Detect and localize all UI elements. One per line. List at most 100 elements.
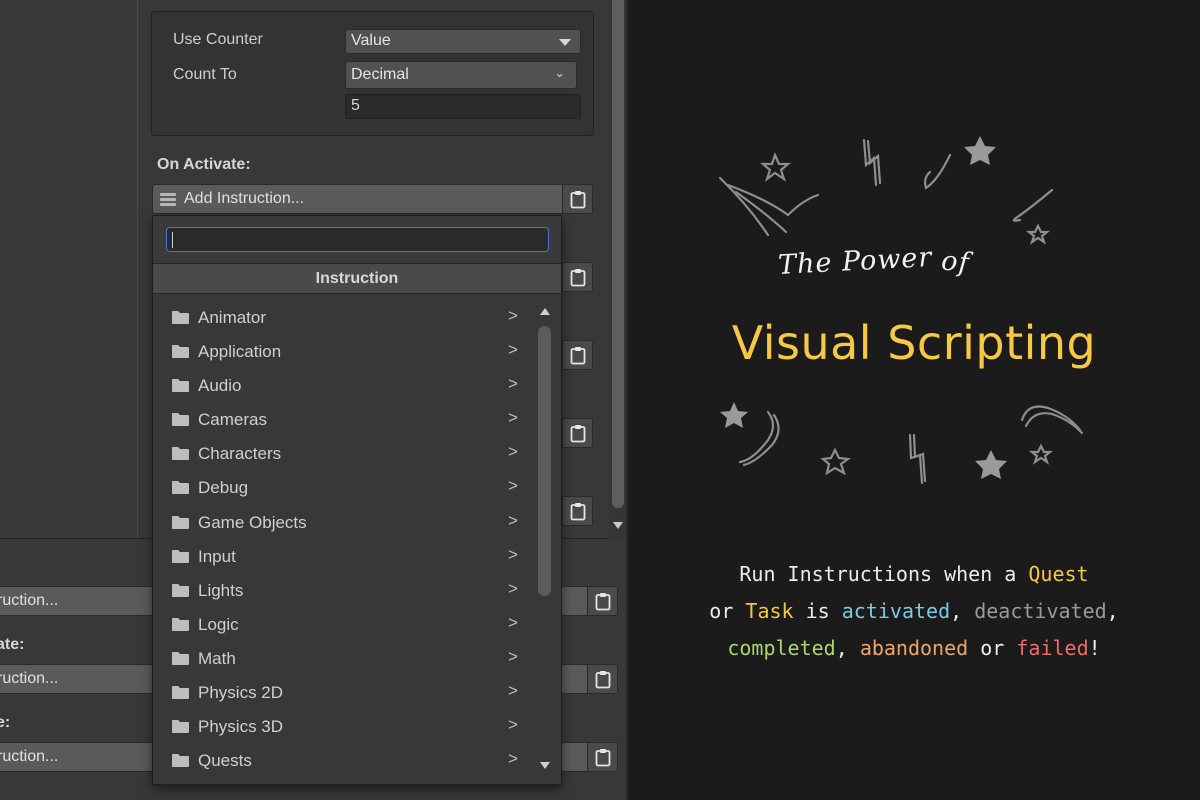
inspector-panel: Use Counter Value Count To Decimal ⌄ 5 O… bbox=[0, 0, 628, 800]
promo-word: , bbox=[950, 599, 975, 623]
add-instruction-label: ruction... bbox=[0, 748, 59, 765]
star-outline-icon bbox=[1025, 223, 1051, 245]
list-item[interactable]: Quests > bbox=[153, 744, 533, 778]
search-input[interactable] bbox=[166, 227, 549, 252]
list-scrollbar[interactable] bbox=[535, 304, 555, 776]
promo-word: failed bbox=[1016, 636, 1089, 660]
list-item[interactable]: Game Objects > bbox=[153, 506, 533, 540]
text-cursor bbox=[172, 232, 173, 248]
count-value-field[interactable]: 5 bbox=[345, 94, 581, 119]
paste-button[interactable] bbox=[562, 262, 593, 292]
section-label: : bbox=[0, 558, 1, 576]
list-item-label: Debug bbox=[198, 478, 249, 498]
chevron-right-icon: > bbox=[508, 476, 518, 496]
count-to-dropdown[interactable]: Decimal ⌄ bbox=[345, 61, 577, 89]
swoosh-icon bbox=[924, 153, 952, 190]
paste-button[interactable] bbox=[562, 340, 593, 370]
list-item-label: Application bbox=[198, 342, 282, 362]
add-instruction-button[interactable]: Add Instruction... bbox=[152, 184, 563, 214]
chevron-right-icon: > bbox=[508, 408, 518, 428]
section-label: ate: bbox=[0, 636, 25, 653]
chevron-right-icon: > bbox=[508, 681, 518, 701]
paste-button[interactable] bbox=[562, 418, 593, 448]
star-filled-icon bbox=[964, 136, 996, 165]
list-item[interactable]: Application > bbox=[153, 335, 533, 369]
paste-button[interactable] bbox=[587, 664, 618, 694]
chevron-right-icon: > bbox=[508, 612, 518, 632]
list-item-label: Lights bbox=[198, 580, 244, 600]
list-item[interactable]: Input > bbox=[153, 540, 533, 574]
scroll-up-arrow-icon[interactable] bbox=[540, 308, 550, 315]
count-value-text: 5 bbox=[351, 97, 360, 114]
clipboard-icon bbox=[595, 671, 611, 689]
use-counter-value: Value bbox=[351, 32, 391, 49]
scrollbar-thumb[interactable] bbox=[538, 326, 551, 596]
count-to-value: Decimal bbox=[351, 66, 409, 83]
promo-description: Run Instructions when a Quest or Task is … bbox=[628, 556, 1200, 667]
chevron-right-icon: > bbox=[508, 646, 518, 666]
list-item[interactable]: Lights > bbox=[153, 574, 533, 608]
star-outline-icon bbox=[1028, 443, 1054, 465]
promo-word: or bbox=[709, 599, 746, 623]
list-item-label: Audio bbox=[198, 376, 242, 396]
folder-icon bbox=[172, 686, 189, 700]
list-item-label: Logic bbox=[198, 614, 239, 634]
left-gutter bbox=[0, 0, 138, 538]
promo-word: or bbox=[968, 636, 1017, 660]
use-counter-dropdown[interactable]: Value bbox=[345, 29, 581, 54]
promo-word: , bbox=[835, 636, 860, 660]
scroll-down-arrow-icon[interactable] bbox=[613, 522, 623, 529]
clipboard-icon bbox=[595, 593, 611, 611]
list-item[interactable]: Physics 2D > bbox=[153, 676, 533, 710]
clipboard-icon bbox=[570, 269, 586, 287]
paste-button[interactable] bbox=[562, 184, 593, 214]
swoosh-icon bbox=[738, 410, 775, 464]
promo-word: completed bbox=[727, 636, 836, 660]
list-item[interactable]: Animator > bbox=[153, 301, 533, 335]
list-item-label: Physics 3D bbox=[198, 717, 284, 737]
list-item-label: Math bbox=[198, 648, 236, 668]
folder-icon bbox=[172, 311, 189, 324]
promo-word: activated bbox=[841, 599, 951, 623]
promo-title: Visual Scripting bbox=[731, 316, 1097, 370]
drag-handle-icon bbox=[160, 193, 176, 206]
chevron-right-icon: > bbox=[508, 374, 518, 394]
list-item[interactable]: Characters > bbox=[153, 437, 533, 471]
scroll-down-arrow-icon[interactable] bbox=[540, 762, 550, 769]
promo-line: or Task is activated, deactivated, bbox=[628, 593, 1200, 630]
swoosh-icon bbox=[718, 176, 770, 237]
scrollbar-thumb[interactable] bbox=[612, 0, 624, 508]
add-instruction-label: Add Instruction... bbox=[184, 190, 305, 207]
instruction-picker-popup: Instruction Animator > Application > Audio > C… bbox=[152, 215, 562, 785]
chevron-right-icon: > bbox=[508, 544, 518, 564]
folder-icon bbox=[172, 379, 189, 393]
list-item[interactable]: Math > bbox=[153, 642, 533, 676]
folder-icon bbox=[172, 583, 189, 597]
list-item-label: Input bbox=[198, 546, 236, 566]
list-item[interactable]: Audio > bbox=[153, 369, 533, 403]
promo-word: is bbox=[793, 599, 842, 623]
list-item[interactable]: Cameras > bbox=[153, 403, 533, 437]
promo-word: Quest bbox=[1028, 562, 1089, 586]
folder-icon bbox=[172, 549, 189, 563]
promo-word: ! bbox=[1088, 636, 1101, 660]
list-item[interactable]: Debug > bbox=[153, 471, 533, 505]
counter-settings-box: Use Counter Value Count To Decimal ⌄ 5 bbox=[151, 11, 594, 136]
list-item[interactable]: Logic > bbox=[153, 608, 533, 642]
promo-word: Task bbox=[745, 599, 794, 623]
count-to-label: Count To bbox=[173, 66, 237, 83]
paste-button[interactable] bbox=[587, 742, 618, 772]
star-outline-icon bbox=[820, 447, 851, 476]
list-item-label: Characters bbox=[198, 444, 282, 464]
promo-panel: The Power of Visual Scripting Run Instruc… bbox=[628, 0, 1200, 800]
paste-button[interactable] bbox=[562, 496, 593, 526]
paste-button[interactable] bbox=[587, 586, 618, 616]
folder-icon bbox=[172, 720, 189, 734]
folder-icon bbox=[172, 754, 189, 768]
lightning-icon bbox=[908, 433, 924, 485]
dropdown-arrow-icon bbox=[559, 39, 571, 46]
list-item[interactable]: Physics 3D > bbox=[153, 710, 533, 744]
chevron-right-icon: > bbox=[508, 749, 518, 769]
promo-word: , bbox=[1106, 599, 1119, 623]
folder-icon bbox=[172, 617, 189, 631]
